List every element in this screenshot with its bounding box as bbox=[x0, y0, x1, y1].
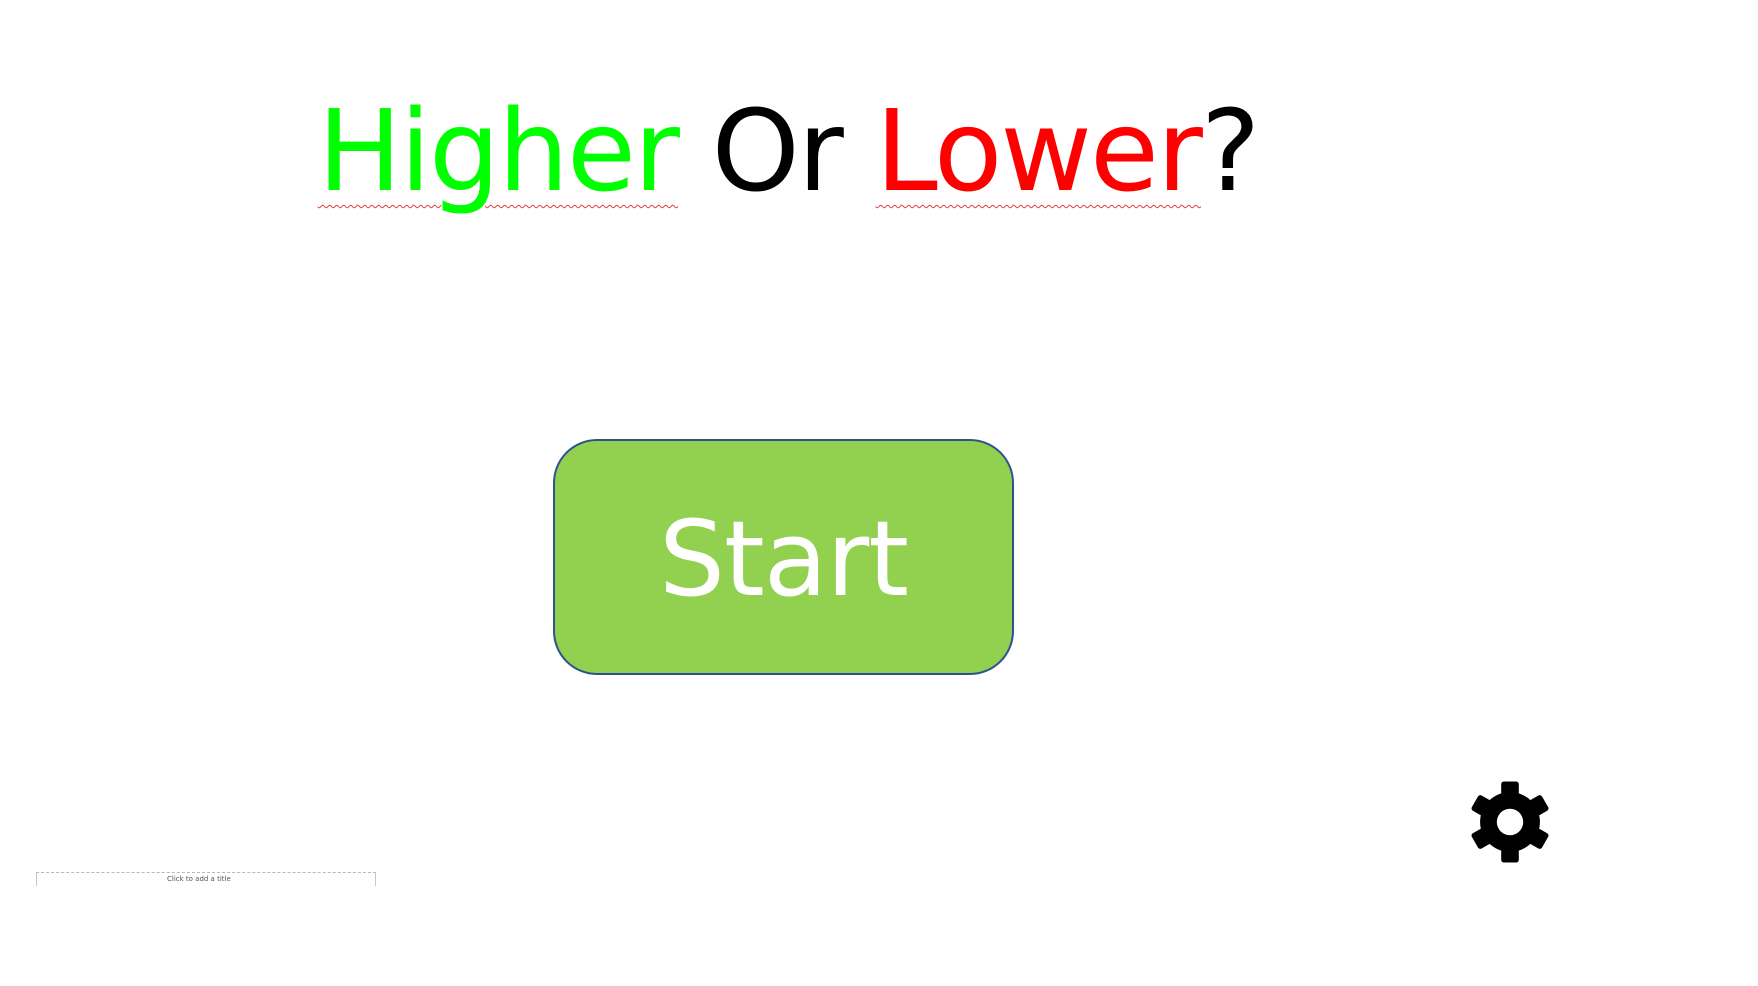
settings-button[interactable] bbox=[1466, 778, 1554, 866]
start-button[interactable]: Start bbox=[553, 439, 1014, 675]
title-placeholder-box[interactable]: Click to add a title bbox=[36, 872, 376, 886]
game-title: Higher Or Lower? bbox=[0, 82, 1576, 222]
title-placeholder-text: Click to add a title bbox=[167, 875, 231, 883]
title-question-mark: ? bbox=[1200, 87, 1260, 217]
gear-icon bbox=[1471, 781, 1549, 863]
title-word-higher: Higher bbox=[317, 87, 680, 217]
title-word-lower: Lower bbox=[875, 87, 1203, 217]
game-screen: Higher Or Lower? Start Click to add a ti… bbox=[0, 0, 1758, 986]
start-button-label: Start bbox=[658, 498, 909, 620]
title-word-or: Or bbox=[711, 87, 844, 217]
